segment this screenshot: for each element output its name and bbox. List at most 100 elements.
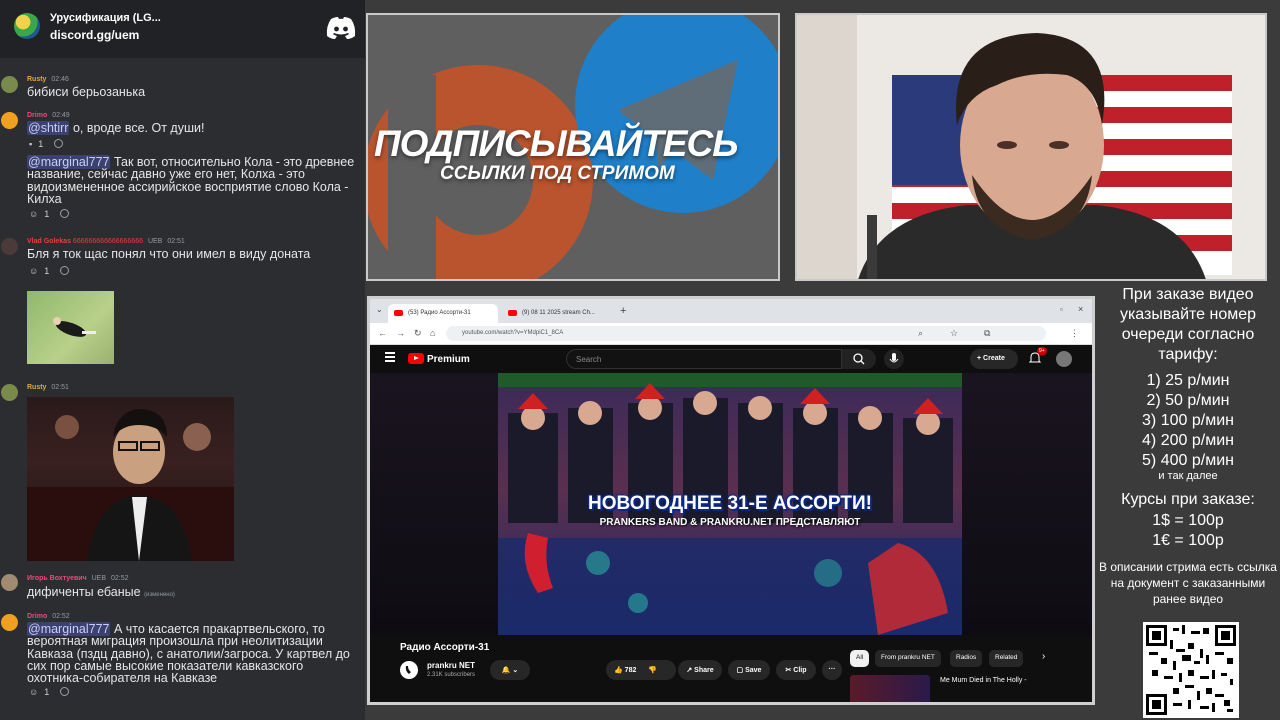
message-meta: Drimo 02:49 bbox=[27, 112, 70, 119]
user-avatar bbox=[1, 112, 18, 129]
message-text: дифиченты ебаные (изменено) bbox=[27, 586, 360, 601]
search-icon bbox=[853, 353, 865, 365]
username-suffix: 666666666666666666 bbox=[72, 238, 143, 245]
server-tag: UEB bbox=[147, 238, 163, 245]
channel-name[interactable]: prankru NET bbox=[427, 661, 475, 670]
reaction[interactable]: ☺ 1 bbox=[29, 687, 49, 697]
message-text: Бля я ток щас понял что они имел в виду … bbox=[27, 247, 311, 261]
search-placeholder: Search bbox=[576, 355, 602, 364]
reload-icon[interactable]: ↻ bbox=[414, 328, 422, 339]
recommended-title[interactable]: Me Mum Died in The Holly - bbox=[940, 677, 1027, 684]
tab-list-icon[interactable]: ⌄ bbox=[376, 305, 383, 314]
reaction[interactable]: ▪ 1 bbox=[29, 139, 43, 149]
message-text: @shtirr о, вроде все. От души! bbox=[27, 121, 360, 135]
username: Drimo bbox=[27, 613, 48, 620]
back-icon[interactable]: ← bbox=[378, 328, 387, 338]
microphone-icon[interactable] bbox=[884, 349, 904, 369]
video-title: Радио Ассорти-31 bbox=[400, 642, 490, 653]
username: Drimo bbox=[27, 112, 48, 119]
server-name: Урусификация (LG... bbox=[50, 12, 161, 24]
dislike-icon[interactable]: 👎 bbox=[648, 667, 657, 674]
search-icon[interactable]: ⌕ bbox=[918, 328, 923, 339]
reactions: ▪ 1 bbox=[29, 139, 63, 149]
image-attachment[interactable] bbox=[27, 397, 234, 561]
add-reaction-icon[interactable] bbox=[53, 139, 63, 148]
like-dislike-group[interactable]: 👍 782 👎 bbox=[606, 660, 676, 680]
like-icon[interactable]: 👍 bbox=[614, 667, 623, 674]
forward-icon[interactable]: → bbox=[396, 328, 405, 338]
message-text: @marginal777 А что касается пракартвельс… bbox=[27, 622, 360, 684]
username: Rusty bbox=[27, 76, 47, 83]
browser-window: ⌄ (53) Радио Ассорти-31 (9) 08 11 2025 s… bbox=[367, 296, 1095, 705]
order-instructions: При заказе видео указывайте номер очеред… bbox=[1119, 286, 1257, 363]
bookmark-star-icon[interactable]: ☆ bbox=[950, 328, 958, 339]
search-button[interactable] bbox=[842, 349, 876, 369]
chip-related[interactable]: Related bbox=[989, 650, 1024, 667]
channel-avatar[interactable] bbox=[400, 661, 418, 679]
tab-radio-assorti[interactable]: (53) Радио Ассорти-31 bbox=[388, 304, 498, 323]
reactions: ☺ 1 bbox=[29, 266, 69, 276]
user-avatar bbox=[1, 384, 18, 401]
minimize-icon[interactable]: ▫ bbox=[1060, 305, 1063, 314]
home-icon[interactable]: ⌂ bbox=[430, 328, 435, 338]
extensions-icon[interactable]: ⧉ bbox=[984, 328, 990, 339]
create-button[interactable]: + Create bbox=[970, 349, 1018, 369]
chevron-right-icon[interactable]: › bbox=[1042, 651, 1045, 662]
user-avatar bbox=[1, 76, 18, 93]
add-reaction-icon[interactable] bbox=[59, 687, 69, 696]
reaction-count: 1 bbox=[44, 687, 50, 697]
reaction[interactable]: ☺ 1 bbox=[29, 266, 49, 276]
price-list: 1) 25 р/мин 2) 50 р/мин 3) 100 р/мин 4) … bbox=[1096, 371, 1280, 471]
server-icon bbox=[14, 13, 40, 39]
qr-pattern bbox=[1146, 625, 1236, 715]
subscribe-bell-button[interactable]: 🔔 ⌄ bbox=[490, 660, 530, 680]
message-content: дифиченты ебаные bbox=[27, 585, 141, 599]
price-item: 2) 50 р/мин bbox=[1146, 392, 1230, 409]
edited-label: (изменено) bbox=[144, 592, 175, 598]
message-meta: Vlad Golekas 666666666666666666 UEB 02:5… bbox=[27, 238, 185, 245]
reactions: ☺ 1 bbox=[29, 209, 69, 219]
discord-chat-overlay: Урусификация (LG... discord.gg/uem Rusty… bbox=[0, 0, 365, 720]
reaction-count: 1 bbox=[38, 139, 44, 149]
clip-button[interactable]: ✂ Clip bbox=[776, 660, 816, 680]
new-tab-icon[interactable]: + bbox=[620, 305, 626, 317]
chat-header: Урусификация (LG... discord.gg/uem bbox=[0, 0, 365, 58]
more-icon[interactable]: ⋮ bbox=[1070, 328, 1079, 339]
price-more-note: и так далее bbox=[1158, 470, 1218, 482]
search-input[interactable] bbox=[566, 349, 842, 369]
more-actions-button[interactable]: ··· bbox=[822, 660, 842, 680]
notification-count: 9+ bbox=[1037, 347, 1047, 355]
user-avatar bbox=[1, 238, 18, 255]
youtube-logo-icon[interactable] bbox=[408, 353, 424, 364]
video-details: Радио Ассорти-31 prankru NET 2.31K subsc… bbox=[370, 635, 1092, 702]
tab-stream[interactable]: (9) 08 11 2025 stream Ch... bbox=[502, 304, 612, 323]
promo-heading: ПОДПИСЫВАЙТЕСЬ bbox=[374, 123, 738, 164]
chip-from-channel[interactable]: From prankru NET bbox=[875, 650, 941, 667]
message-meta: Rusty 02:51 bbox=[27, 384, 69, 391]
account-avatar[interactable] bbox=[1056, 351, 1072, 367]
reaction[interactable]: ☺ 1 bbox=[29, 209, 49, 219]
recommended-thumbnail[interactable] bbox=[850, 675, 930, 702]
audience-photo bbox=[27, 409, 234, 561]
youtube-favicon-icon bbox=[508, 310, 517, 316]
menu-icon[interactable] bbox=[385, 352, 395, 364]
add-reaction-icon[interactable] bbox=[59, 266, 69, 275]
save-button[interactable]: ▢ Save bbox=[728, 660, 770, 680]
server-invite: discord.gg/uem bbox=[50, 28, 140, 42]
close-icon[interactable]: × bbox=[1078, 304, 1083, 314]
user-mention[interactable]: @shtirr bbox=[27, 121, 70, 135]
image-attachment[interactable] bbox=[27, 291, 114, 364]
share-button[interactable]: ↗ Share bbox=[678, 660, 722, 680]
url-text: youtube.com/watch?v=YMdpiC1_8CA bbox=[462, 330, 564, 336]
rate-item: 1$ = 100р bbox=[1152, 512, 1224, 529]
qr-code bbox=[1143, 622, 1239, 718]
price-item: 3) 100 р/мин bbox=[1142, 412, 1234, 429]
subscribe-promo-panel: ПОДПИСЫВАЙТЕСЬ ССЫЛКИ ПОД СТРИМОМ bbox=[366, 13, 780, 281]
youtube-premium-label: Premium bbox=[427, 354, 470, 365]
chip-all[interactable]: All bbox=[850, 650, 870, 667]
tab-title: (53) Радио Ассорти-31 bbox=[408, 310, 471, 316]
video-player[interactable]: НОВОГОДНЕЕ 31-Е АССОРТИ! PRANKERS BAND &… bbox=[370, 373, 1092, 635]
add-reaction-icon[interactable] bbox=[59, 209, 69, 218]
video-thumbnail: НОВОГОДНЕЕ 31-Е АССОРТИ! PRANKERS BAND &… bbox=[498, 373, 962, 635]
chip-radios[interactable]: Radios bbox=[950, 650, 983, 667]
